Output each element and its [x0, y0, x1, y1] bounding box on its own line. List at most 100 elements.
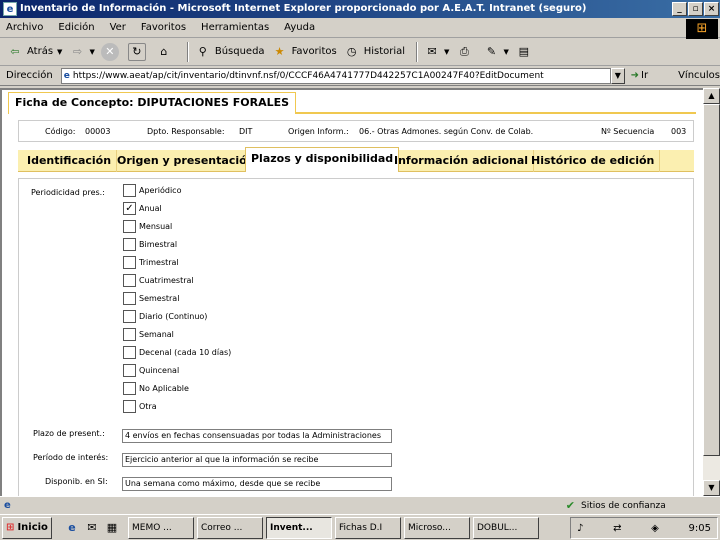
- close-button[interactable]: ×: [704, 2, 719, 16]
- checkbox[interactable]: [123, 291, 136, 305]
- forward-arrow-icon: ⇨: [72, 45, 83, 58]
- tab-informacion-adicional[interactable]: Información adicional: [389, 150, 535, 172]
- checkbox-label: Diario (Continuo): [139, 311, 208, 321]
- back-button[interactable]: ⇦ Atrás ▼: [6, 40, 62, 64]
- periodicidad-option[interactable]: Aperiódico: [123, 181, 181, 199]
- menu-favoritos[interactable]: Favoritos: [141, 22, 186, 33]
- periodicidad-option[interactable]: Mensual: [123, 217, 172, 235]
- desktop-quicklaunch-icon[interactable]: ▦: [104, 520, 120, 536]
- toolbar: ⇦ Atrás ▼ ⇨ ▼ ✕ ↻ ⌂ ⚲ Búsqueda ★ Favorit…: [0, 38, 720, 66]
- mail-button[interactable]: ✉ ▼: [423, 40, 449, 64]
- chevron-down-icon[interactable]: ▼: [444, 48, 449, 56]
- disponib-field[interactable]: Una semana como máximo, desde que se rec…: [122, 477, 392, 491]
- periodicidad-option[interactable]: Semestral: [123, 289, 179, 307]
- task-label: Microso...: [408, 522, 451, 533]
- history-button[interactable]: ◷ Historial: [343, 40, 405, 64]
- chevron-down-icon[interactable]: ▼: [89, 48, 94, 56]
- chevron-down-icon[interactable]: ▼: [57, 48, 62, 56]
- edit-button[interactable]: ✎ ▼: [482, 40, 509, 64]
- menu-herramientas[interactable]: Herramientas: [201, 22, 269, 33]
- scroll-thumb[interactable]: [703, 104, 720, 456]
- task-correo[interactable]: Correo ...: [197, 516, 263, 539]
- scroll-up-button[interactable]: ▲: [703, 88, 720, 104]
- scroll-down-button[interactable]: ▼: [703, 480, 720, 496]
- maximize-button[interactable]: ▫: [688, 2, 703, 16]
- task-label: DOBUL...: [477, 522, 518, 533]
- tab-identificacion[interactable]: Identificación: [22, 150, 118, 172]
- volume-icon[interactable]: ♪: [577, 523, 583, 534]
- search-button[interactable]: ⚲ Búsqueda: [194, 40, 265, 64]
- task-inventario[interactable]: Invent...: [266, 516, 332, 539]
- discuss-button[interactable]: ▤: [515, 40, 536, 64]
- checkbox[interactable]: [123, 363, 136, 377]
- checkbox[interactable]: [123, 219, 136, 233]
- tab-plazos-disponibilidad[interactable]: Plazos y disponibilidad: [245, 147, 400, 172]
- task-word[interactable]: DOBUL...: [473, 516, 539, 539]
- checkbox[interactable]: [123, 273, 136, 287]
- secuencia-label: Nº Secuencia: [601, 127, 655, 136]
- refresh-button[interactable]: ↻: [127, 40, 149, 64]
- menu-ayuda[interactable]: Ayuda: [284, 22, 315, 33]
- forward-button[interactable]: ⇨ ▼: [68, 40, 95, 64]
- refresh-icon: ↻: [127, 42, 146, 61]
- toolbar-separator: [186, 41, 189, 62]
- windows-logo-icon: ⊞: [686, 19, 718, 39]
- address-dropdown-button[interactable]: ▼: [611, 67, 625, 84]
- stop-button[interactable]: ✕: [100, 40, 122, 64]
- checkbox[interactable]: [123, 381, 136, 395]
- page-icon: e: [63, 70, 70, 81]
- checkbox[interactable]: [123, 183, 136, 197]
- periodicidad-option[interactable]: Otra: [123, 397, 157, 415]
- task-microsoft[interactable]: Microso...: [404, 516, 470, 539]
- checkbox[interactable]: ✓: [123, 201, 136, 215]
- task-fichas[interactable]: Fichas D.I: [335, 516, 401, 539]
- zone-label: Sitios de confianza: [581, 500, 666, 511]
- checkbox[interactable]: [123, 237, 136, 251]
- periodo-field[interactable]: Ejercicio anterior al que la información…: [122, 453, 392, 467]
- task-memo[interactable]: MEMO ...: [128, 516, 194, 539]
- menu-archivo[interactable]: Archivo: [6, 22, 43, 33]
- menu-edicion[interactable]: Edición: [58, 22, 94, 33]
- periodicidad-option[interactable]: Trimestral: [123, 253, 179, 271]
- minimize-button[interactable]: _: [672, 2, 687, 16]
- periodicidad-option[interactable]: Diario (Continuo): [123, 307, 207, 325]
- tab-bar: Identificación Origen y presentación Pla…: [18, 147, 694, 172]
- go-arrow-icon[interactable]: ➜: [631, 70, 639, 81]
- links-button[interactable]: Vínculos: [678, 70, 720, 81]
- codigo-value: 00003: [85, 127, 111, 136]
- checkbox[interactable]: [123, 327, 136, 341]
- favorites-button[interactable]: ★ Favoritos: [271, 40, 337, 64]
- periodicidad-option[interactable]: Cuatrimestral: [123, 271, 194, 289]
- checkbox-label: Trimestral: [139, 257, 179, 267]
- window-title: Inventario de Información - Microsoft In…: [20, 3, 587, 14]
- go-button[interactable]: Ir: [641, 70, 648, 81]
- periodicidad-option[interactable]: ✓ Anual: [123, 199, 162, 217]
- checkbox-label: Bimestral: [139, 239, 178, 249]
- security-icon[interactable]: ◈: [651, 523, 659, 534]
- home-button[interactable]: ⌂: [155, 40, 176, 64]
- plazo-field[interactable]: 4 envíos en fechas consensuadas por toda…: [122, 429, 392, 443]
- tab-historico-edicion[interactable]: Histórico de edición: [526, 150, 661, 172]
- periodicidad-option[interactable]: Bimestral: [123, 235, 177, 253]
- address-input[interactable]: e https://www.aeat/ap/cit/inventario/dti…: [60, 67, 612, 84]
- ie-quicklaunch-icon[interactable]: e: [64, 520, 80, 536]
- tab-origen-presentacion[interactable]: Origen y presentación: [112, 150, 261, 172]
- checkbox[interactable]: [123, 309, 136, 323]
- checkbox[interactable]: [123, 399, 136, 413]
- checkbox[interactable]: [123, 255, 136, 269]
- periodicidad-option[interactable]: Quincenal: [123, 361, 179, 379]
- checkbox[interactable]: [123, 345, 136, 359]
- vertical-scrollbar[interactable]: ▲ ▼: [703, 88, 720, 496]
- periodicidad-option[interactable]: No Aplicable: [123, 379, 189, 397]
- start-button[interactable]: ⊞ Inicio: [2, 516, 52, 539]
- network-icon[interactable]: ⇄: [613, 523, 621, 534]
- checkbox-label: Semestral: [139, 293, 180, 303]
- print-button[interactable]: ⎙: [455, 40, 476, 64]
- outlook-quicklaunch-icon[interactable]: ✉: [84, 520, 100, 536]
- chevron-down-icon[interactable]: ▼: [503, 48, 508, 56]
- periodicidad-option[interactable]: Semanal: [123, 325, 174, 343]
- checkbox-label: Mensual: [139, 221, 173, 231]
- periodicidad-option[interactable]: Decenal (cada 10 días): [123, 343, 231, 361]
- edit-icon: ✎: [486, 45, 497, 58]
- menu-ver[interactable]: Ver: [110, 22, 126, 33]
